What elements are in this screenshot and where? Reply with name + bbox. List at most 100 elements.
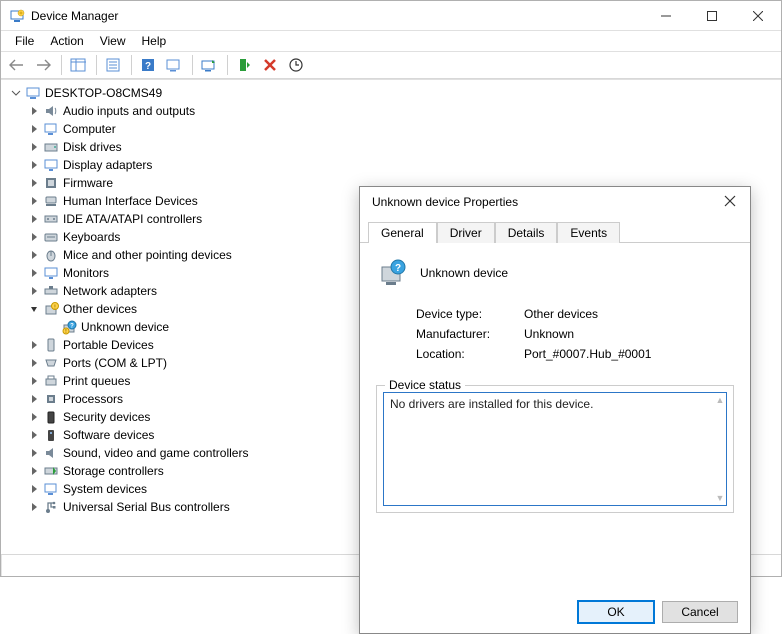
expand-icon[interactable] bbox=[27, 464, 41, 478]
status-scrollbar[interactable]: ▲▼ bbox=[716, 395, 724, 503]
expand-icon[interactable] bbox=[27, 176, 41, 190]
enable-device-button[interactable] bbox=[232, 53, 256, 77]
close-button[interactable] bbox=[735, 1, 781, 30]
label-location: Location: bbox=[416, 347, 524, 361]
tab-driver[interactable]: Driver bbox=[437, 222, 495, 243]
tree-item-label: Mice and other pointing devices bbox=[63, 248, 232, 262]
menu-action[interactable]: Action bbox=[42, 32, 91, 50]
svg-text:?: ? bbox=[145, 61, 151, 72]
tree-item-label: Unknown device bbox=[81, 320, 169, 334]
category-icon bbox=[43, 175, 59, 191]
properties-button[interactable] bbox=[101, 53, 125, 77]
expand-icon[interactable] bbox=[27, 158, 41, 172]
cancel-button[interactable]: Cancel bbox=[662, 601, 738, 623]
expand-icon[interactable] bbox=[27, 230, 41, 244]
tree-item-label: Universal Serial Bus controllers bbox=[63, 500, 230, 514]
value-manufacturer: Unknown bbox=[524, 327, 574, 341]
category-icon bbox=[43, 499, 59, 515]
expand-icon[interactable] bbox=[27, 392, 41, 406]
device-status-text[interactable]: No drivers are installed for this device… bbox=[383, 392, 727, 506]
menu-file[interactable]: File bbox=[7, 32, 42, 50]
device-status-group: Device status No drivers are installed f… bbox=[376, 385, 734, 513]
device-info: Device type:Other devices Manufacturer:U… bbox=[416, 307, 734, 367]
update-driver-button[interactable] bbox=[197, 53, 221, 77]
ok-button[interactable]: OK bbox=[578, 601, 654, 623]
unknown-device-icon: ?! bbox=[61, 319, 77, 335]
dialog-title: Unknown device Properties bbox=[372, 195, 518, 209]
label-manufacturer: Manufacturer: bbox=[416, 327, 524, 341]
dialog-body: ? Unknown device Device type:Other devic… bbox=[360, 243, 750, 591]
computer-icon bbox=[25, 85, 41, 101]
value-location: Port_#0007.Hub_#0001 bbox=[524, 347, 651, 361]
minimize-button[interactable] bbox=[643, 1, 689, 30]
category-icon bbox=[43, 409, 59, 425]
category-icon bbox=[43, 157, 59, 173]
dialog-close-button[interactable] bbox=[710, 194, 750, 210]
uninstall-device-button[interactable] bbox=[258, 53, 282, 77]
expand-icon[interactable] bbox=[27, 500, 41, 514]
dialog-tabs: General Driver Details Events bbox=[360, 217, 750, 243]
scan-hardware-button[interactable] bbox=[284, 53, 308, 77]
tree-item-label: Portable Devices bbox=[63, 338, 154, 352]
tree-item-label: Software devices bbox=[63, 428, 154, 442]
expand-icon[interactable] bbox=[27, 212, 41, 226]
svg-text:?: ? bbox=[70, 324, 74, 330]
tree-item-label: Processors bbox=[63, 392, 123, 406]
expand-icon[interactable] bbox=[27, 302, 41, 316]
expand-icon[interactable] bbox=[27, 338, 41, 352]
expand-icon[interactable] bbox=[27, 140, 41, 154]
device-name: Unknown device bbox=[420, 266, 508, 280]
svg-text:?: ? bbox=[395, 263, 401, 274]
tree-item-label: Print queues bbox=[63, 374, 130, 388]
tab-general[interactable]: General bbox=[368, 222, 437, 243]
tree-item-label: Display adapters bbox=[63, 158, 152, 172]
show-hide-tree-button[interactable] bbox=[66, 53, 90, 77]
tree-item-label: Sound, video and game controllers bbox=[63, 446, 248, 460]
tree-item-label: System devices bbox=[63, 482, 147, 496]
expand-icon[interactable] bbox=[27, 356, 41, 370]
tree-item-label: Security devices bbox=[63, 410, 150, 424]
menu-view[interactable]: View bbox=[92, 32, 134, 50]
scan-button[interactable] bbox=[162, 53, 186, 77]
tree-item[interactable]: Computer bbox=[5, 120, 777, 138]
category-icon bbox=[43, 355, 59, 371]
app-icon bbox=[9, 8, 25, 24]
tab-details[interactable]: Details bbox=[495, 222, 558, 243]
expand-icon[interactable] bbox=[27, 446, 41, 460]
titlebar: Device Manager bbox=[1, 1, 781, 31]
expand-icon[interactable] bbox=[27, 194, 41, 208]
tab-events[interactable]: Events bbox=[557, 222, 620, 243]
tree-item[interactable]: Display adapters bbox=[5, 156, 777, 174]
category-icon bbox=[43, 427, 59, 443]
tree-item-label: Computer bbox=[63, 122, 116, 136]
category-icon bbox=[43, 121, 59, 137]
expand-icon[interactable] bbox=[27, 482, 41, 496]
expand-icon[interactable] bbox=[27, 428, 41, 442]
tree-item-label: Network adapters bbox=[63, 284, 157, 298]
toolbar: ? bbox=[1, 51, 781, 79]
category-icon bbox=[43, 445, 59, 461]
tree-root[interactable]: DESKTOP-O8CMS49 bbox=[5, 84, 777, 102]
expand-icon[interactable] bbox=[27, 374, 41, 388]
category-icon bbox=[43, 229, 59, 245]
expand-icon[interactable] bbox=[27, 248, 41, 262]
category-icon bbox=[43, 211, 59, 227]
back-button[interactable] bbox=[5, 53, 29, 77]
expand-icon[interactable] bbox=[27, 284, 41, 298]
tree-item-label: Firmware bbox=[63, 176, 113, 190]
expand-icon[interactable] bbox=[27, 266, 41, 280]
category-icon bbox=[43, 265, 59, 281]
tree-item[interactable]: Disk drives bbox=[5, 138, 777, 156]
expand-icon[interactable] bbox=[9, 86, 23, 100]
expand-icon[interactable] bbox=[27, 122, 41, 136]
menu-help[interactable]: Help bbox=[134, 32, 175, 50]
expand-icon[interactable] bbox=[27, 410, 41, 424]
dialog-buttons: OK Cancel bbox=[360, 591, 750, 633]
help-button[interactable]: ? bbox=[136, 53, 160, 77]
expand-icon[interactable] bbox=[27, 104, 41, 118]
tree-item-label: Ports (COM & LPT) bbox=[63, 356, 167, 370]
forward-button[interactable] bbox=[31, 53, 55, 77]
maximize-button[interactable] bbox=[689, 1, 735, 30]
category-icon bbox=[43, 193, 59, 209]
tree-item[interactable]: Audio inputs and outputs bbox=[5, 102, 777, 120]
